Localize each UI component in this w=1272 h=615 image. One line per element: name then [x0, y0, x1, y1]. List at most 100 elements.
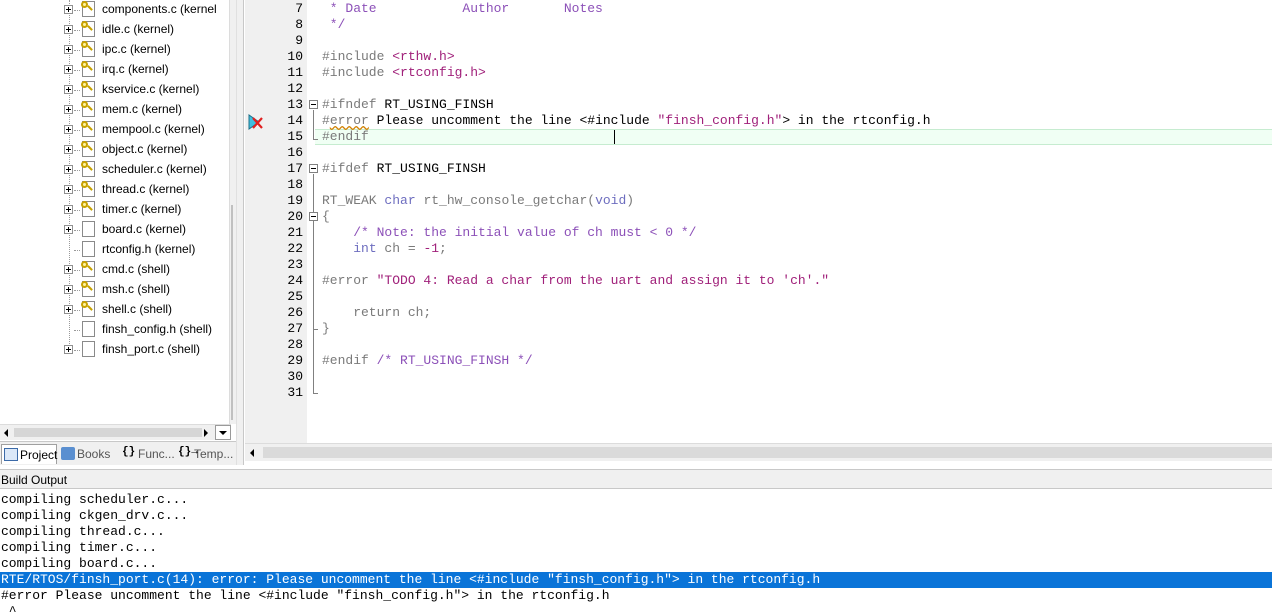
tree-item[interactable]: irq.c (kernel): [0, 60, 229, 80]
expand-icon[interactable]: [64, 305, 73, 314]
tree-item[interactable]: ipc.c (kernel): [0, 40, 229, 60]
code-editor[interactable]: * Date Author Notes */#include <rthw.h> #…: [245, 0, 1272, 443]
tree-item[interactable]: thread.c (kernel): [0, 180, 229, 200]
expand-icon[interactable]: [64, 105, 73, 114]
tab-project[interactable]: Project: [1, 444, 57, 464]
tab-books[interactable]: Books: [59, 444, 117, 464]
key-icon: [81, 121, 88, 128]
expand-icon[interactable]: [64, 85, 73, 94]
tree-item[interactable]: board.c (kernel): [0, 220, 229, 240]
code-line[interactable]: {: [322, 209, 330, 225]
line-number: 14: [287, 113, 303, 128]
code-line[interactable]: #include <rthw.h>: [322, 49, 455, 65]
build-error-line[interactable]: RTE/RTOS/finsh_port.c(14): error: Please…: [0, 572, 1272, 588]
code-token: #include: [322, 65, 393, 80]
build-output-line[interactable]: compiling thread.c...: [1, 524, 165, 540]
fold-guide-end: [313, 329, 318, 330]
tree-item[interactable]: mem.c (kernel): [0, 100, 229, 120]
scroll-left-icon[interactable]: [250, 449, 254, 457]
code-line[interactable]: #endif: [322, 129, 369, 145]
panel-splitter[interactable]: [236, 0, 244, 465]
build-output-line[interactable]: #error Please uncomment the line <#inclu…: [1, 588, 610, 604]
tree-item[interactable]: object.c (kernel): [0, 140, 229, 160]
code-token: > in the rtconfig.h: [782, 113, 931, 128]
build-output-line[interactable]: ^: [1, 604, 17, 615]
tree-connector: [74, 290, 80, 291]
expand-icon[interactable]: [64, 165, 73, 174]
tree-item[interactable]: cmd.c (shell): [0, 260, 229, 280]
panel-dropdown-icon[interactable]: [215, 425, 231, 440]
expand-icon[interactable]: [64, 285, 73, 294]
scroll-right-icon[interactable]: [204, 429, 208, 437]
tab-functions[interactable]: {} Func...: [120, 444, 175, 464]
key-icon: [81, 281, 88, 288]
fold-toggle-icon[interactable]: [309, 100, 318, 109]
tree-horizontal-scroll-thumb[interactable]: [14, 428, 202, 437]
tree-item[interactable]: timer.c (kernel): [0, 200, 229, 220]
tree-item[interactable]: scheduler.c (kernel): [0, 160, 229, 180]
fold-toggle-icon[interactable]: [309, 212, 318, 221]
build-output-line[interactable]: compiling timer.c...: [1, 540, 157, 556]
code-line[interactable]: #error "TODO 4: Read a char from the uar…: [322, 273, 829, 289]
code-line[interactable]: */: [322, 17, 346, 33]
code-line[interactable]: #error Please uncomment the line <#inclu…: [322, 113, 931, 129]
tree-item[interactable]: finsh_config.h (shell): [0, 320, 229, 340]
code-line[interactable]: #ifdef RT_USING_FINSH: [322, 161, 486, 177]
tree-item-label: rtconfig.h (kernel): [102, 242, 196, 256]
code-line[interactable]: #include <rtconfig.h>: [322, 65, 486, 81]
tree-item[interactable]: finsh_port.c (shell): [0, 340, 229, 360]
code-line[interactable]: /* Note: the initial value of ch must < …: [322, 225, 696, 241]
code-token: rt_hw_console_getchar(: [415, 193, 596, 208]
key-icon: [81, 261, 88, 268]
fold-toggle-icon[interactable]: [309, 164, 318, 173]
file-icon: [81, 181, 95, 197]
tree-item[interactable]: kservice.c (kernel): [0, 80, 229, 100]
expand-icon[interactable]: [64, 125, 73, 134]
line-number: 20: [287, 209, 303, 224]
tree-vertical-scroll-thumb[interactable]: [231, 205, 233, 420]
tree-item-label: components.c (kernel: [102, 2, 217, 16]
expand-icon[interactable]: [64, 145, 73, 154]
tree-item[interactable]: mempool.c (kernel): [0, 120, 229, 140]
expand-icon[interactable]: [64, 185, 73, 194]
tree-item[interactable]: rtconfig.h (kernel): [0, 240, 229, 260]
expand-icon[interactable]: [64, 5, 73, 14]
expand-icon[interactable]: [64, 65, 73, 74]
code-line[interactable]: RT_WEAK char rt_hw_console_getchar(void): [322, 193, 634, 209]
tree-connector: [74, 330, 80, 331]
code-token: char: [384, 193, 416, 208]
build-output-line[interactable]: compiling ckgen_drv.c...: [1, 508, 188, 524]
tab-templates[interactable]: {}→ Temp...: [176, 444, 236, 464]
editor-scroll-thumb[interactable]: [263, 447, 1272, 458]
line-number: 9: [295, 33, 303, 48]
code-line[interactable]: int ch = -1;: [322, 241, 447, 257]
code-line[interactable]: #ifndef RT_USING_FINSH: [322, 97, 494, 113]
code-line[interactable]: * Date Author Notes: [322, 1, 603, 17]
build-output-line[interactable]: compiling scheduler.c...: [1, 492, 188, 508]
tree-item[interactable]: shell.c (shell): [0, 300, 229, 320]
expand-icon[interactable]: [64, 345, 73, 354]
scroll-left-icon[interactable]: [4, 429, 8, 437]
code-line[interactable]: return ch;: [322, 305, 431, 321]
key-icon: [81, 201, 88, 208]
tree-item-label: irq.c (kernel): [102, 62, 169, 76]
tree-connector: [74, 30, 80, 31]
code-line[interactable]: }: [322, 321, 330, 337]
build-output-window[interactable]: compiling scheduler.c... compiling ckgen_…: [0, 490, 1272, 615]
code-token: RT_WEAK: [322, 193, 385, 208]
code-line[interactable]: #endif /* RT_USING_FINSH */: [322, 353, 533, 369]
tree-item-label: scheduler.c (kernel): [102, 162, 207, 176]
build-output-line[interactable]: compiling board.c...: [1, 556, 157, 572]
code-token: <rtconfig.h>: [392, 65, 486, 80]
editor-horizontal-scrollbar[interactable]: [245, 443, 1272, 461]
expand-icon[interactable]: [64, 205, 73, 214]
expand-icon[interactable]: [64, 45, 73, 54]
tree-item[interactable]: msh.c (shell): [0, 280, 229, 300]
expand-icon[interactable]: [64, 25, 73, 34]
expand-icon[interactable]: [64, 225, 73, 234]
expand-icon[interactable]: [64, 265, 73, 274]
file-icon: [81, 301, 95, 317]
tree-item[interactable]: components.c (kernel: [0, 0, 229, 20]
tree-item[interactable]: idle.c (kernel): [0, 20, 229, 40]
file-icon: [82, 341, 95, 357]
